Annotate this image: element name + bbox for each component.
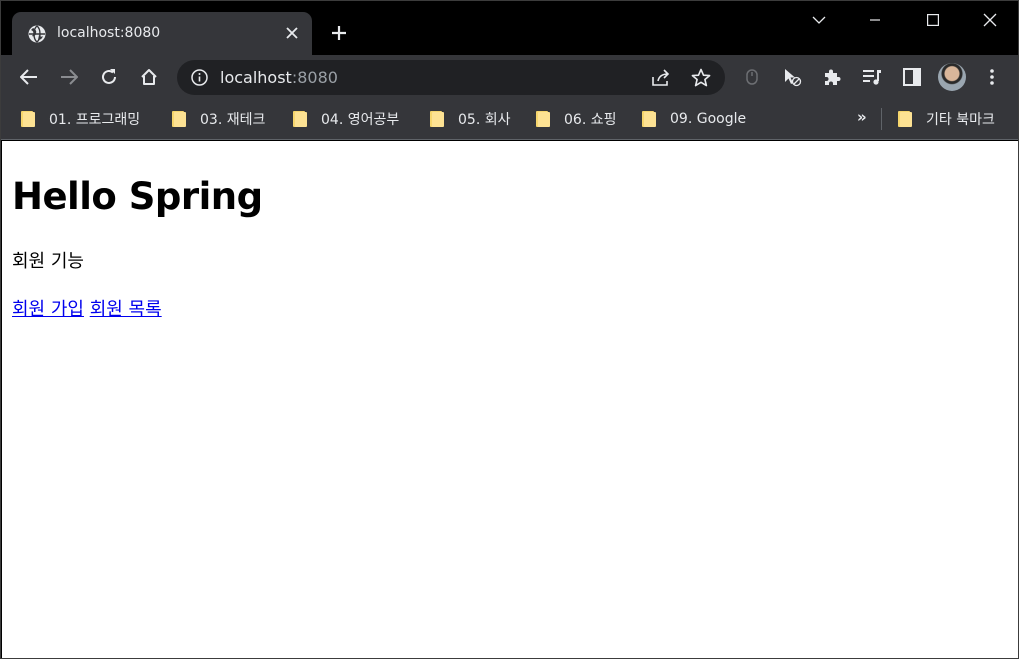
- member-join-link[interactable]: 회원 가입: [12, 299, 84, 320]
- reload-icon: [102, 69, 116, 84]
- folder-icon: [172, 111, 186, 127]
- member-list-link[interactable]: 회원 목록: [90, 299, 162, 320]
- bookmarks-bar: 01. 프로그래밍 03. 재테크 04. 영어공부 05. 회사 06. 쇼핑…: [1, 99, 1018, 140]
- extensions-button[interactable]: [818, 63, 846, 91]
- bookmarks-divider: [881, 108, 882, 130]
- bookmark-star-button[interactable]: [690, 67, 712, 89]
- mouse-icon: [746, 69, 758, 85]
- bookmark-folder[interactable]: 06. 쇼핑: [536, 108, 616, 130]
- folder-icon: [293, 111, 307, 127]
- window-close-button[interactable]: [966, 1, 1014, 39]
- bookmark-label: 기타 북마크: [926, 112, 995, 128]
- chevron-down-icon: [812, 16, 826, 24]
- bookmark-folder[interactable]: 01. 프로그래밍: [21, 108, 140, 130]
- maximize-button[interactable]: [909, 1, 957, 39]
- url-host: localhost: [220, 68, 292, 87]
- tab-search-button[interactable]: [795, 1, 843, 39]
- home-icon: [141, 69, 157, 85]
- side-panel-icon: [903, 68, 921, 86]
- folder-icon: [642, 111, 656, 127]
- close-icon[interactable]: [284, 25, 300, 41]
- tab-active[interactable]: localhost:8080: [12, 12, 312, 55]
- share-icon: [652, 69, 670, 86]
- mouse-extension-button[interactable]: [738, 63, 766, 91]
- url-port: :8080: [291, 68, 338, 87]
- side-panel-button[interactable]: [898, 63, 926, 91]
- forward-button[interactable]: [55, 63, 83, 91]
- bookmarks-overflow-button[interactable]: »: [857, 108, 867, 126]
- url-text[interactable]: localhost:8080: [220, 68, 338, 87]
- browser-window: localhost:8080 localhost:8080 01. 프로그래밍 …: [0, 0, 1019, 659]
- nav-links: 회원 가입 회원 목록: [12, 298, 162, 322]
- folder-icon: [430, 111, 444, 127]
- more-vertical-icon: [990, 69, 994, 85]
- title-bar: localhost:8080: [1, 1, 1018, 55]
- tab-title: localhost:8080: [57, 25, 161, 41]
- bookmark-label: 03. 재테크: [200, 112, 266, 128]
- other-bookmarks-folder[interactable]: 기타 북마크: [898, 108, 995, 130]
- bookmark-label: 05. 회사: [458, 112, 511, 128]
- minimize-button[interactable]: [851, 1, 899, 39]
- reload-button[interactable]: [95, 63, 123, 91]
- cursor-icon: [785, 69, 802, 87]
- profile-avatar[interactable]: [938, 63, 966, 91]
- new-tab-icon[interactable]: [329, 23, 349, 43]
- puzzle-icon: [825, 69, 841, 85]
- back-button[interactable]: [15, 63, 43, 91]
- bookmark-label: 06. 쇼핑: [564, 112, 617, 128]
- arrow-right-icon: [61, 69, 78, 85]
- cursor-extension-button[interactable]: [778, 63, 806, 91]
- folder-icon: [536, 111, 550, 127]
- bookmark-label: 01. 프로그래밍: [49, 112, 141, 128]
- folder-icon: [21, 111, 35, 127]
- maximize-icon: [927, 14, 939, 26]
- close-window-icon: [983, 13, 997, 27]
- bookmark-folder[interactable]: 03. 재테크: [172, 108, 265, 130]
- share-button[interactable]: [650, 67, 672, 89]
- arrow-left-icon: [20, 69, 37, 85]
- bookmark-folder[interactable]: 09. Google: [642, 108, 746, 130]
- bookmark-label: 04. 영어공부: [321, 112, 400, 128]
- star-icon: [691, 68, 711, 87]
- menu-button[interactable]: [978, 63, 1006, 91]
- playlist-music-icon: [863, 70, 881, 85]
- minimize-icon: [870, 19, 880, 21]
- bookmark-folder[interactable]: 04. 영어공부: [293, 108, 399, 130]
- bookmark-label: 09. Google: [670, 111, 747, 127]
- section-subtitle: 회원 기능: [12, 251, 84, 272]
- address-bar[interactable]: localhost:8080: [177, 60, 725, 95]
- bookmark-folder[interactable]: 05. 회사: [430, 108, 510, 130]
- page-content: Hello Spring 회원 기능 회원 가입 회원 목록: [2, 141, 1018, 658]
- page-title: Hello Spring: [12, 175, 263, 218]
- home-button[interactable]: [135, 63, 163, 91]
- globe-icon: [28, 25, 46, 43]
- media-controls-button[interactable]: [858, 63, 886, 91]
- toolbar: localhost:8080: [1, 55, 1018, 99]
- info-icon[interactable]: [191, 69, 208, 86]
- folder-icon: [898, 111, 912, 127]
